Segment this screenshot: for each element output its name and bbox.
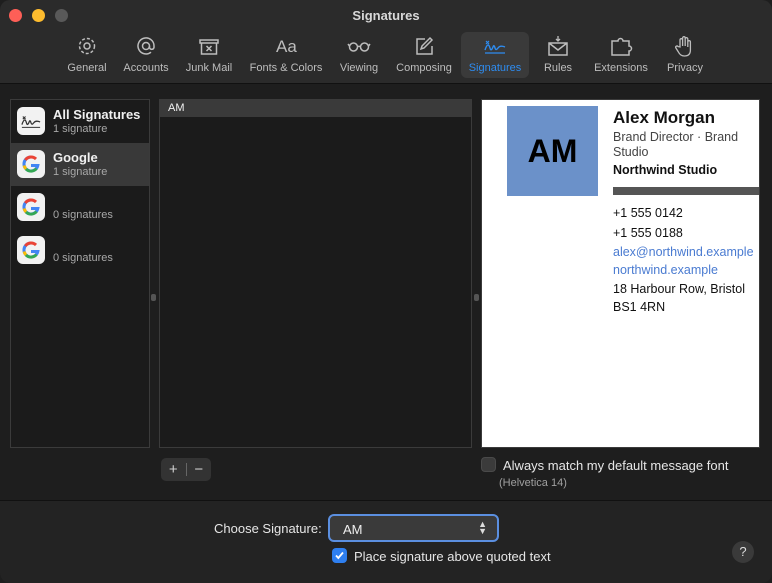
tab-signatures[interactable]: Signatures: [461, 32, 529, 78]
match-font-sublabel: (Helvetica 14): [499, 477, 567, 489]
hand-icon: [675, 36, 692, 57]
place-above-label: Place signature above quoted text: [354, 549, 551, 564]
avatar: AM: [507, 106, 598, 196]
signature-preview[interactable]: AM Alex Morgan Brand Director · Brand St…: [481, 99, 760, 448]
preferences-toolbar: General Accounts Junk Mail Aa Fonts & Co…: [0, 32, 772, 78]
signatures-window: Signatures General Accounts Junk Mail Aa…: [0, 0, 772, 583]
tab-extensions[interactable]: Extensions: [590, 32, 652, 78]
compose-icon: [416, 36, 434, 55]
tab-composing[interactable]: Composing: [392, 32, 456, 78]
tab-label: Privacy: [666, 62, 704, 74]
signature-address: 18 Harbour Row, Bristol: [613, 282, 746, 296]
account-signature-count: 0 signatures: [53, 252, 113, 264]
tab-fonts-colors[interactable]: Aa Fonts & Colors: [244, 32, 328, 78]
signature-icon: [17, 107, 45, 135]
font-icon: Aa: [276, 37, 297, 56]
chevron-up-down-icon: ▲ ▼: [478, 519, 487, 536]
account-signature-count: 0 signatures: [53, 209, 113, 221]
signature-email-link[interactable]: alex@northwind.example: [613, 245, 754, 259]
signature-address-2: BS1 4RN: [613, 300, 666, 314]
accounts-list: All Signatures 1 signature Google 1 sign…: [10, 99, 150, 448]
splitter-handle[interactable]: [474, 294, 479, 301]
google-icon: [17, 193, 45, 221]
at-icon: [137, 37, 155, 55]
signature-icon: [484, 40, 506, 54]
tab-rules[interactable]: Rules: [538, 32, 578, 78]
puzzle-icon: [611, 37, 633, 56]
tab-junk-mail[interactable]: Junk Mail: [181, 32, 237, 78]
account-item-all-signatures[interactable]: All Signatures 1 signature: [11, 100, 149, 143]
account-signature-count: 1 signature: [53, 123, 108, 135]
signature-phone: +1 555 0142: [613, 206, 683, 220]
account-item-google[interactable]: Google 1 signature: [11, 143, 149, 186]
signature-role: Brand Director · Brand Studio: [613, 130, 739, 159]
tab-label: Rules: [543, 62, 573, 74]
add-signature-button[interactable]: +: [161, 461, 186, 478]
tab-label: Signatures: [468, 62, 522, 74]
titlebar: Signatures General Accounts Junk Mail Aa…: [0, 0, 772, 84]
match-font-checkbox[interactable]: [481, 457, 496, 472]
junk-tray-icon: [199, 39, 219, 55]
signature-name: Alex Morgan: [613, 108, 716, 127]
tab-label: Viewing: [339, 62, 379, 74]
tab-label: Junk Mail: [185, 62, 233, 74]
tab-label: General: [67, 62, 107, 74]
help-button[interactable]: ?: [732, 541, 754, 563]
account-item-google-2[interactable]: 0 signatures: [11, 186, 149, 229]
tab-general[interactable]: General: [62, 32, 112, 78]
place-above-checkbox[interactable]: [332, 548, 347, 563]
gear-icon: [78, 37, 96, 55]
choose-signature-select[interactable]: AM ▲ ▼: [328, 514, 499, 542]
choose-signature-label: Choose Signature:: [214, 521, 322, 536]
signature-company: Northwind Studio: [613, 163, 718, 177]
add-remove-control: + −: [161, 458, 211, 481]
remove-signature-button[interactable]: −: [187, 461, 212, 478]
account-item-google-3[interactable]: 0 signatures: [11, 229, 149, 272]
account-name: All Signatures: [53, 107, 141, 122]
tab-label: Fonts & Colors: [249, 62, 323, 74]
tab-label: Accounts: [123, 62, 169, 74]
window-title: Signatures: [352, 8, 420, 23]
tab-viewing[interactable]: Viewing: [336, 32, 382, 78]
match-font-label: Always match my default message font: [503, 458, 729, 473]
rules-envelope-icon: [548, 36, 568, 56]
tab-privacy[interactable]: Privacy: [662, 32, 708, 78]
svg-text:Aa: Aa: [276, 37, 297, 56]
account-name: Google: [53, 150, 98, 165]
glasses-icon: [347, 42, 371, 52]
account-signature-count: 1 signature: [53, 166, 108, 178]
google-icon: [17, 236, 45, 264]
tab-label: Composing: [396, 62, 452, 74]
tab-label: Extensions: [594, 62, 648, 74]
divider-bar: [613, 187, 759, 195]
signature-website-link[interactable]: northwind.example: [613, 263, 718, 277]
signature-item-am[interactable]: AM: [160, 100, 471, 117]
splitter-handle[interactable]: [151, 294, 156, 301]
signature-phone-2: +1 555 0188: [613, 226, 683, 240]
checkmark-icon: [335, 551, 344, 560]
tab-accounts[interactable]: Accounts: [118, 32, 174, 78]
choose-signature-value: AM: [343, 522, 363, 537]
signature-list: AM: [159, 99, 472, 448]
google-icon: [17, 150, 45, 178]
